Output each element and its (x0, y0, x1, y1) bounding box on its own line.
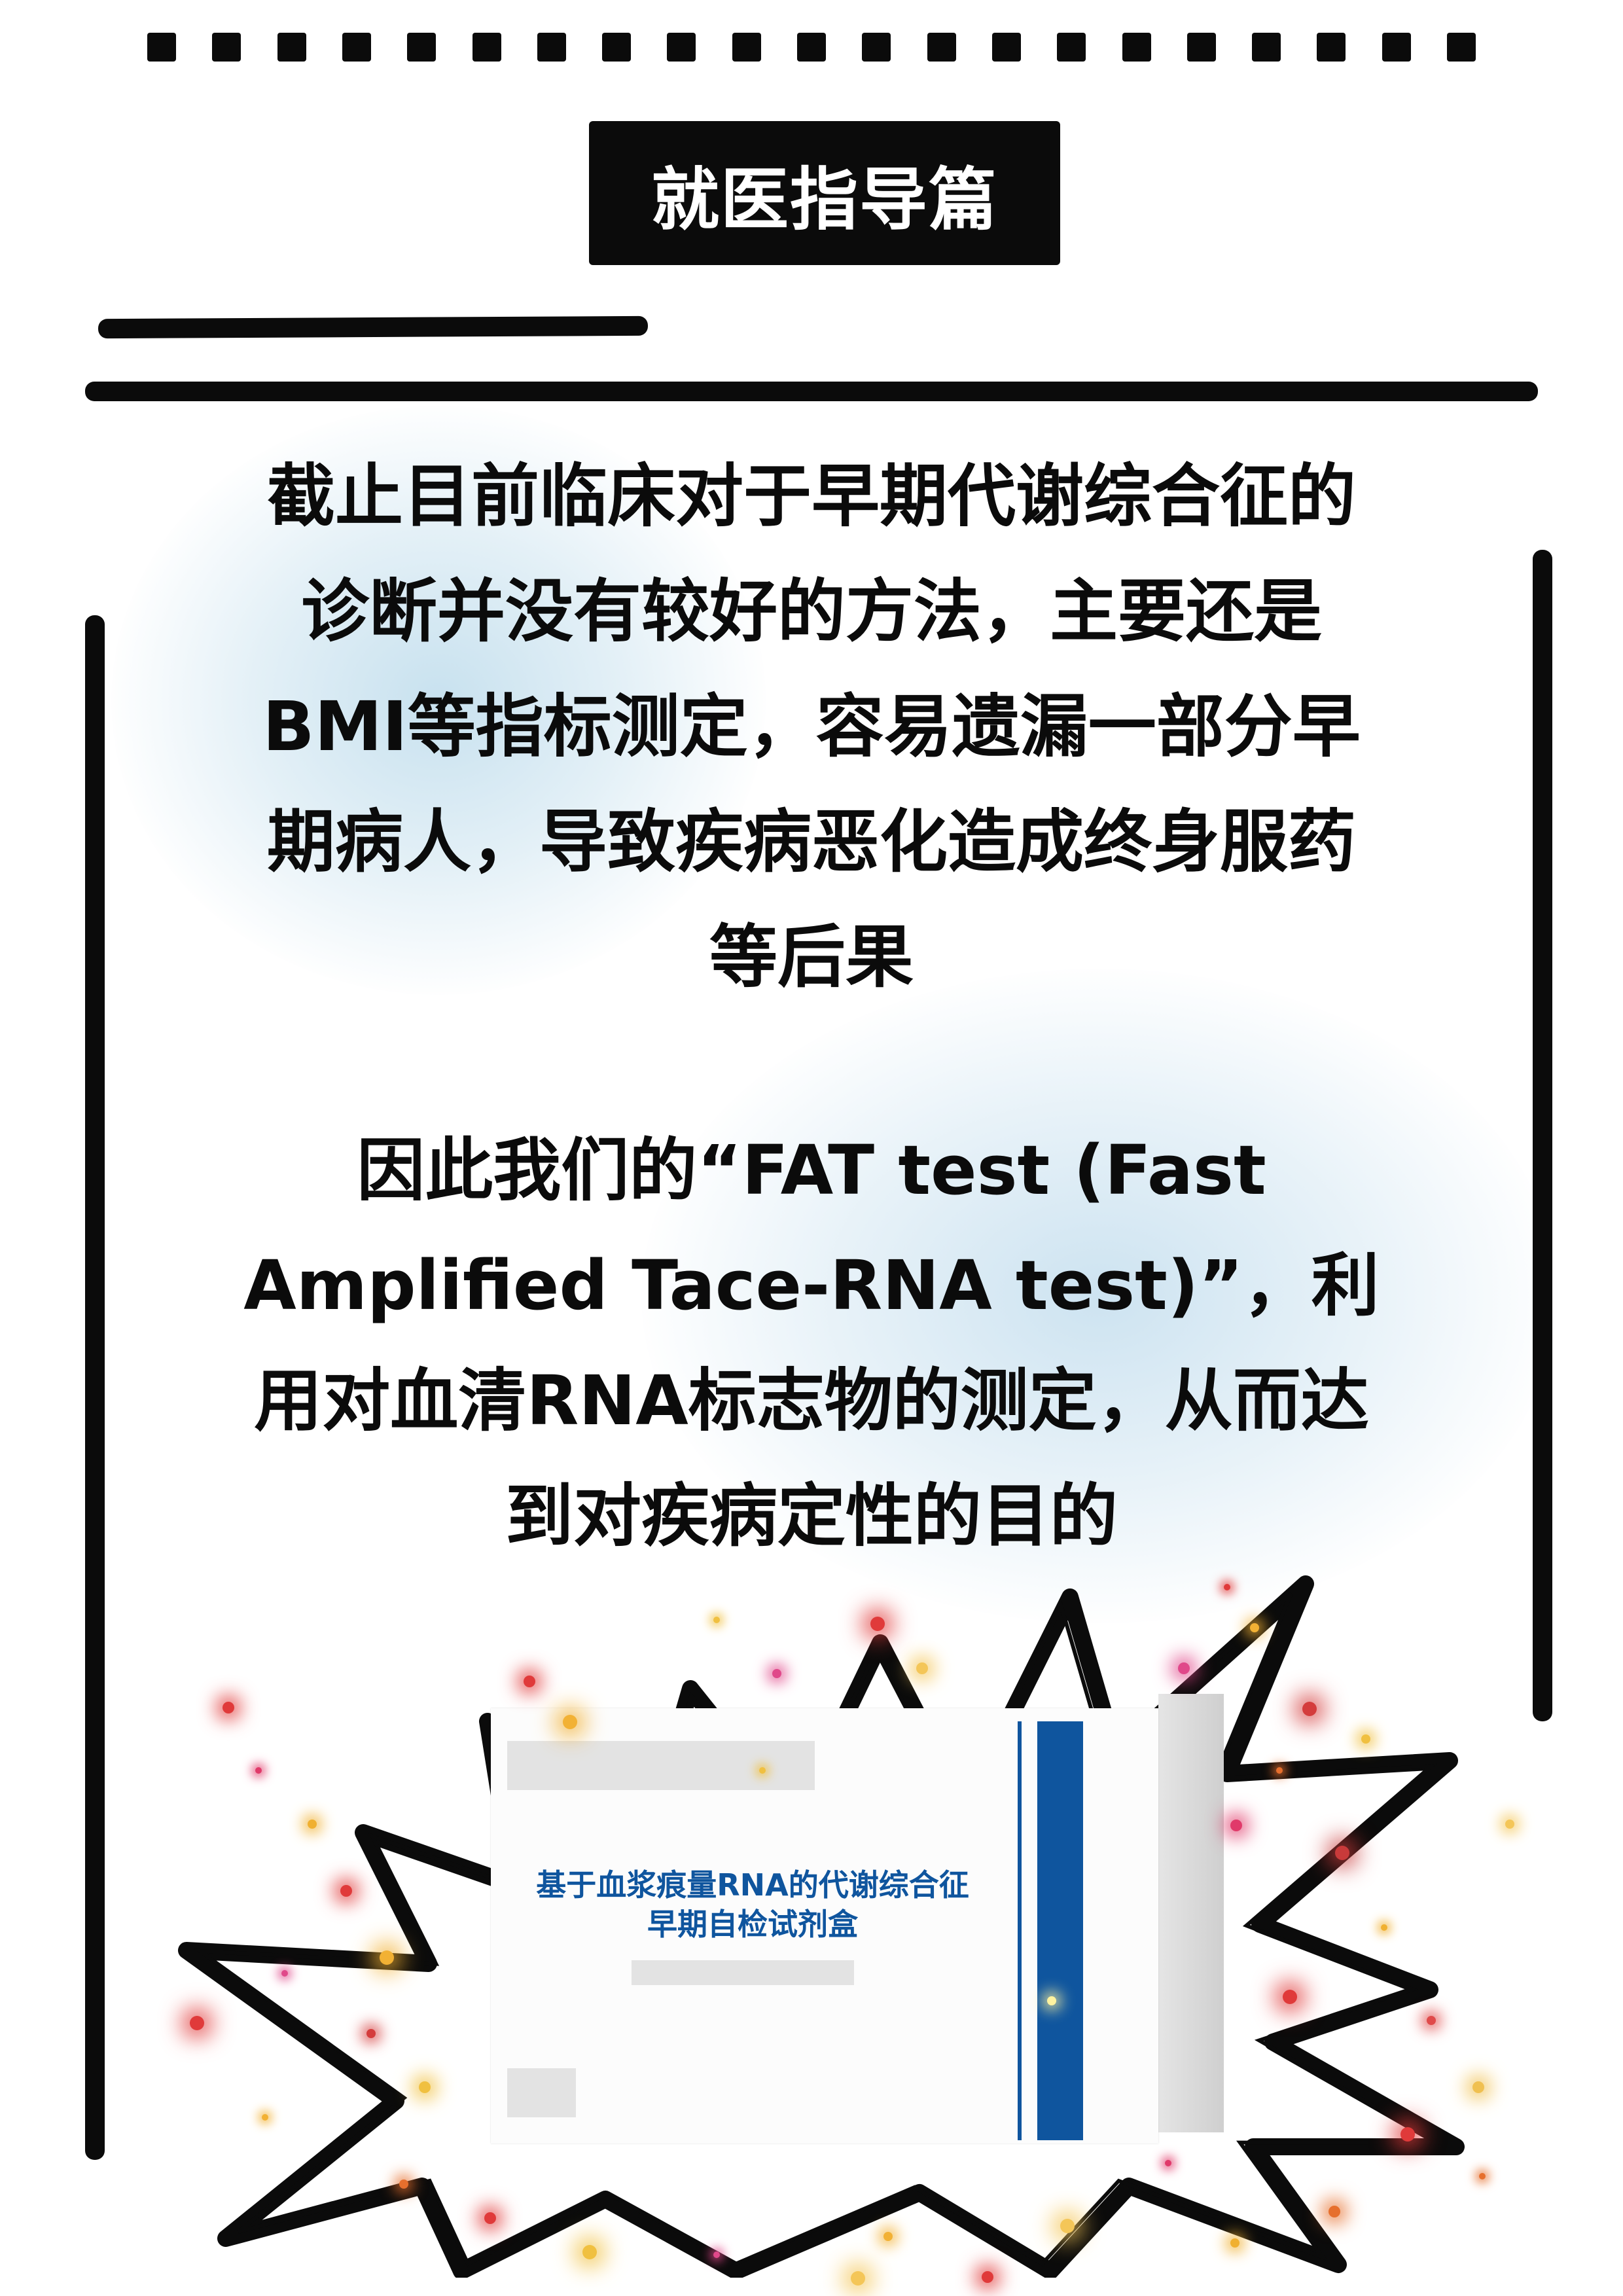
brush-stroke-long (85, 382, 1538, 401)
kit-box-front: 基于血浆痕量RNA的代谢综合征 早期自检试剂盒 (491, 1708, 1158, 2144)
kit-name-line: 早期自检试剂盒 (647, 1907, 858, 1942)
sparkle-dot (1230, 1820, 1242, 1831)
brush-stroke-right-vertical (1533, 550, 1552, 1721)
sparkle-dot (870, 1617, 885, 1631)
border-dash (602, 33, 631, 62)
text-line: 用对血清RNA标志物的测定，从而达 (254, 1361, 1369, 1441)
sparkle-dot (1400, 2127, 1415, 2142)
sparkle-dot (1060, 2219, 1075, 2233)
sparkle-dot (366, 2029, 376, 2038)
border-dash (1252, 33, 1281, 62)
paragraph-diagnosis: 截止目前临床对于早期代谢综合征的 诊断并没有较好的方法，主要还是 BMI等指标测… (157, 439, 1466, 1014)
sparkle-dot (883, 2232, 893, 2241)
sparkle-dot (281, 1970, 288, 1977)
sparkle-dot (1381, 1924, 1387, 1931)
kit-name-line: 基于血浆痕量RNA的代谢综合征 (536, 1867, 969, 1903)
border-dash (927, 33, 956, 62)
sparkle-dot (1178, 1662, 1190, 1674)
text-line: 因此我们的“FAT test (Fast (357, 1130, 1266, 1210)
sparkle-dot (582, 2245, 597, 2259)
border-dash (407, 33, 436, 62)
test-kit-box: 基于血浆痕量RNA的代谢综合征 早期自检试剂盒 (491, 1694, 1224, 2144)
border-dash (732, 33, 761, 62)
sparkle-dot (563, 1715, 577, 1729)
dashed-border-top (147, 33, 1476, 65)
sparkle-dot (1361, 1734, 1370, 1744)
border-dash (1382, 33, 1411, 62)
text-line: 诊断并没有较好的方法，主要还是 (300, 571, 1322, 651)
border-dash (277, 33, 306, 62)
sparkle-dot (419, 2081, 431, 2093)
kit-box-side (1158, 1694, 1224, 2132)
sparkle-dot (759, 1767, 766, 1774)
border-dash (992, 33, 1021, 62)
text-line: 等后果 (709, 917, 914, 997)
sparkle-dot (1276, 1767, 1283, 1774)
sparkle-dot (1505, 1820, 1514, 1829)
brush-stroke-left-vertical (85, 615, 105, 2160)
border-dash (667, 33, 696, 62)
kit-blue-stripe (1037, 1721, 1083, 2140)
border-dash (1317, 33, 1346, 62)
text-line: 到对疾病定性的目的 (505, 1476, 1118, 1556)
border-dash (342, 33, 371, 62)
border-dash (1057, 33, 1086, 62)
sparkle-dot (851, 2271, 865, 2286)
sparkle-dot (1250, 1623, 1259, 1632)
text-line: 期病人，导致疾病恶化造成终身服药 (266, 802, 1356, 882)
text-line: 截止目前临床对于早期代谢综合征的 (266, 456, 1356, 536)
sparkle-dot (1329, 2206, 1340, 2217)
title-banner: 就医指导篇 (589, 121, 1060, 265)
sparkle-dot (190, 2016, 204, 2030)
border-dash (212, 33, 241, 62)
border-dash (1447, 33, 1476, 62)
sparkle-dot (713, 1617, 720, 1623)
sparkle-dot (1479, 2173, 1486, 2179)
sparkle-dot (916, 1662, 928, 1674)
sparkle-dot (524, 1676, 535, 1687)
sparkle-dot (713, 2251, 720, 2258)
kit-product-name: 基于血浆痕量RNA的代谢综合征 早期自检试剂盒 (491, 1865, 1014, 1944)
sparkle-dot (1224, 1584, 1230, 1590)
kit-accent-line (1018, 1721, 1022, 2140)
blurred-label-bottom (507, 2068, 576, 2117)
sparkle-dot (380, 1950, 394, 1965)
border-dash (147, 33, 176, 62)
brush-stroke-short (98, 315, 649, 339)
border-dash (1122, 33, 1151, 62)
sparkle-dot (1335, 1846, 1349, 1860)
sparkle-dot (1165, 2160, 1171, 2166)
sparkle-dot (255, 1767, 262, 1774)
sparkle-dot (262, 2114, 268, 2121)
border-dash (1187, 33, 1216, 62)
sparkle-dot (1427, 2016, 1436, 2025)
sparkle-dot (340, 1885, 352, 1897)
sparkle-dot (1230, 2238, 1240, 2248)
sparkle-dot (1472, 2081, 1484, 2093)
blurred-label-middle (632, 1960, 854, 1985)
border-dash (862, 33, 891, 62)
sparkle-dot (223, 1702, 234, 1713)
border-dash (473, 33, 501, 62)
sparkle-dot (982, 2271, 993, 2283)
text-line: BMI等指标测定，容易遗漏一部分早 (262, 687, 1361, 766)
sparkle-dot (1283, 1990, 1297, 2004)
sparkle-dot (1047, 1996, 1056, 2005)
border-dash (797, 33, 826, 62)
sparkle-dot (1302, 1702, 1317, 1716)
sparkle-dot (308, 1820, 317, 1829)
text-line: Amplified Tace-RNA test)”，利 (243, 1246, 1380, 1325)
sparkle-dot (772, 1669, 781, 1678)
sparkle-dot (399, 2179, 408, 2189)
border-dash (537, 33, 566, 62)
blurred-label-top (507, 1741, 815, 1790)
sparkle-dot (484, 2212, 496, 2224)
paragraph-fat-test: 因此我们的“FAT test (Fast Amplified Tace-RNA … (157, 1113, 1466, 1573)
page-title: 就医指导篇 (651, 159, 998, 240)
